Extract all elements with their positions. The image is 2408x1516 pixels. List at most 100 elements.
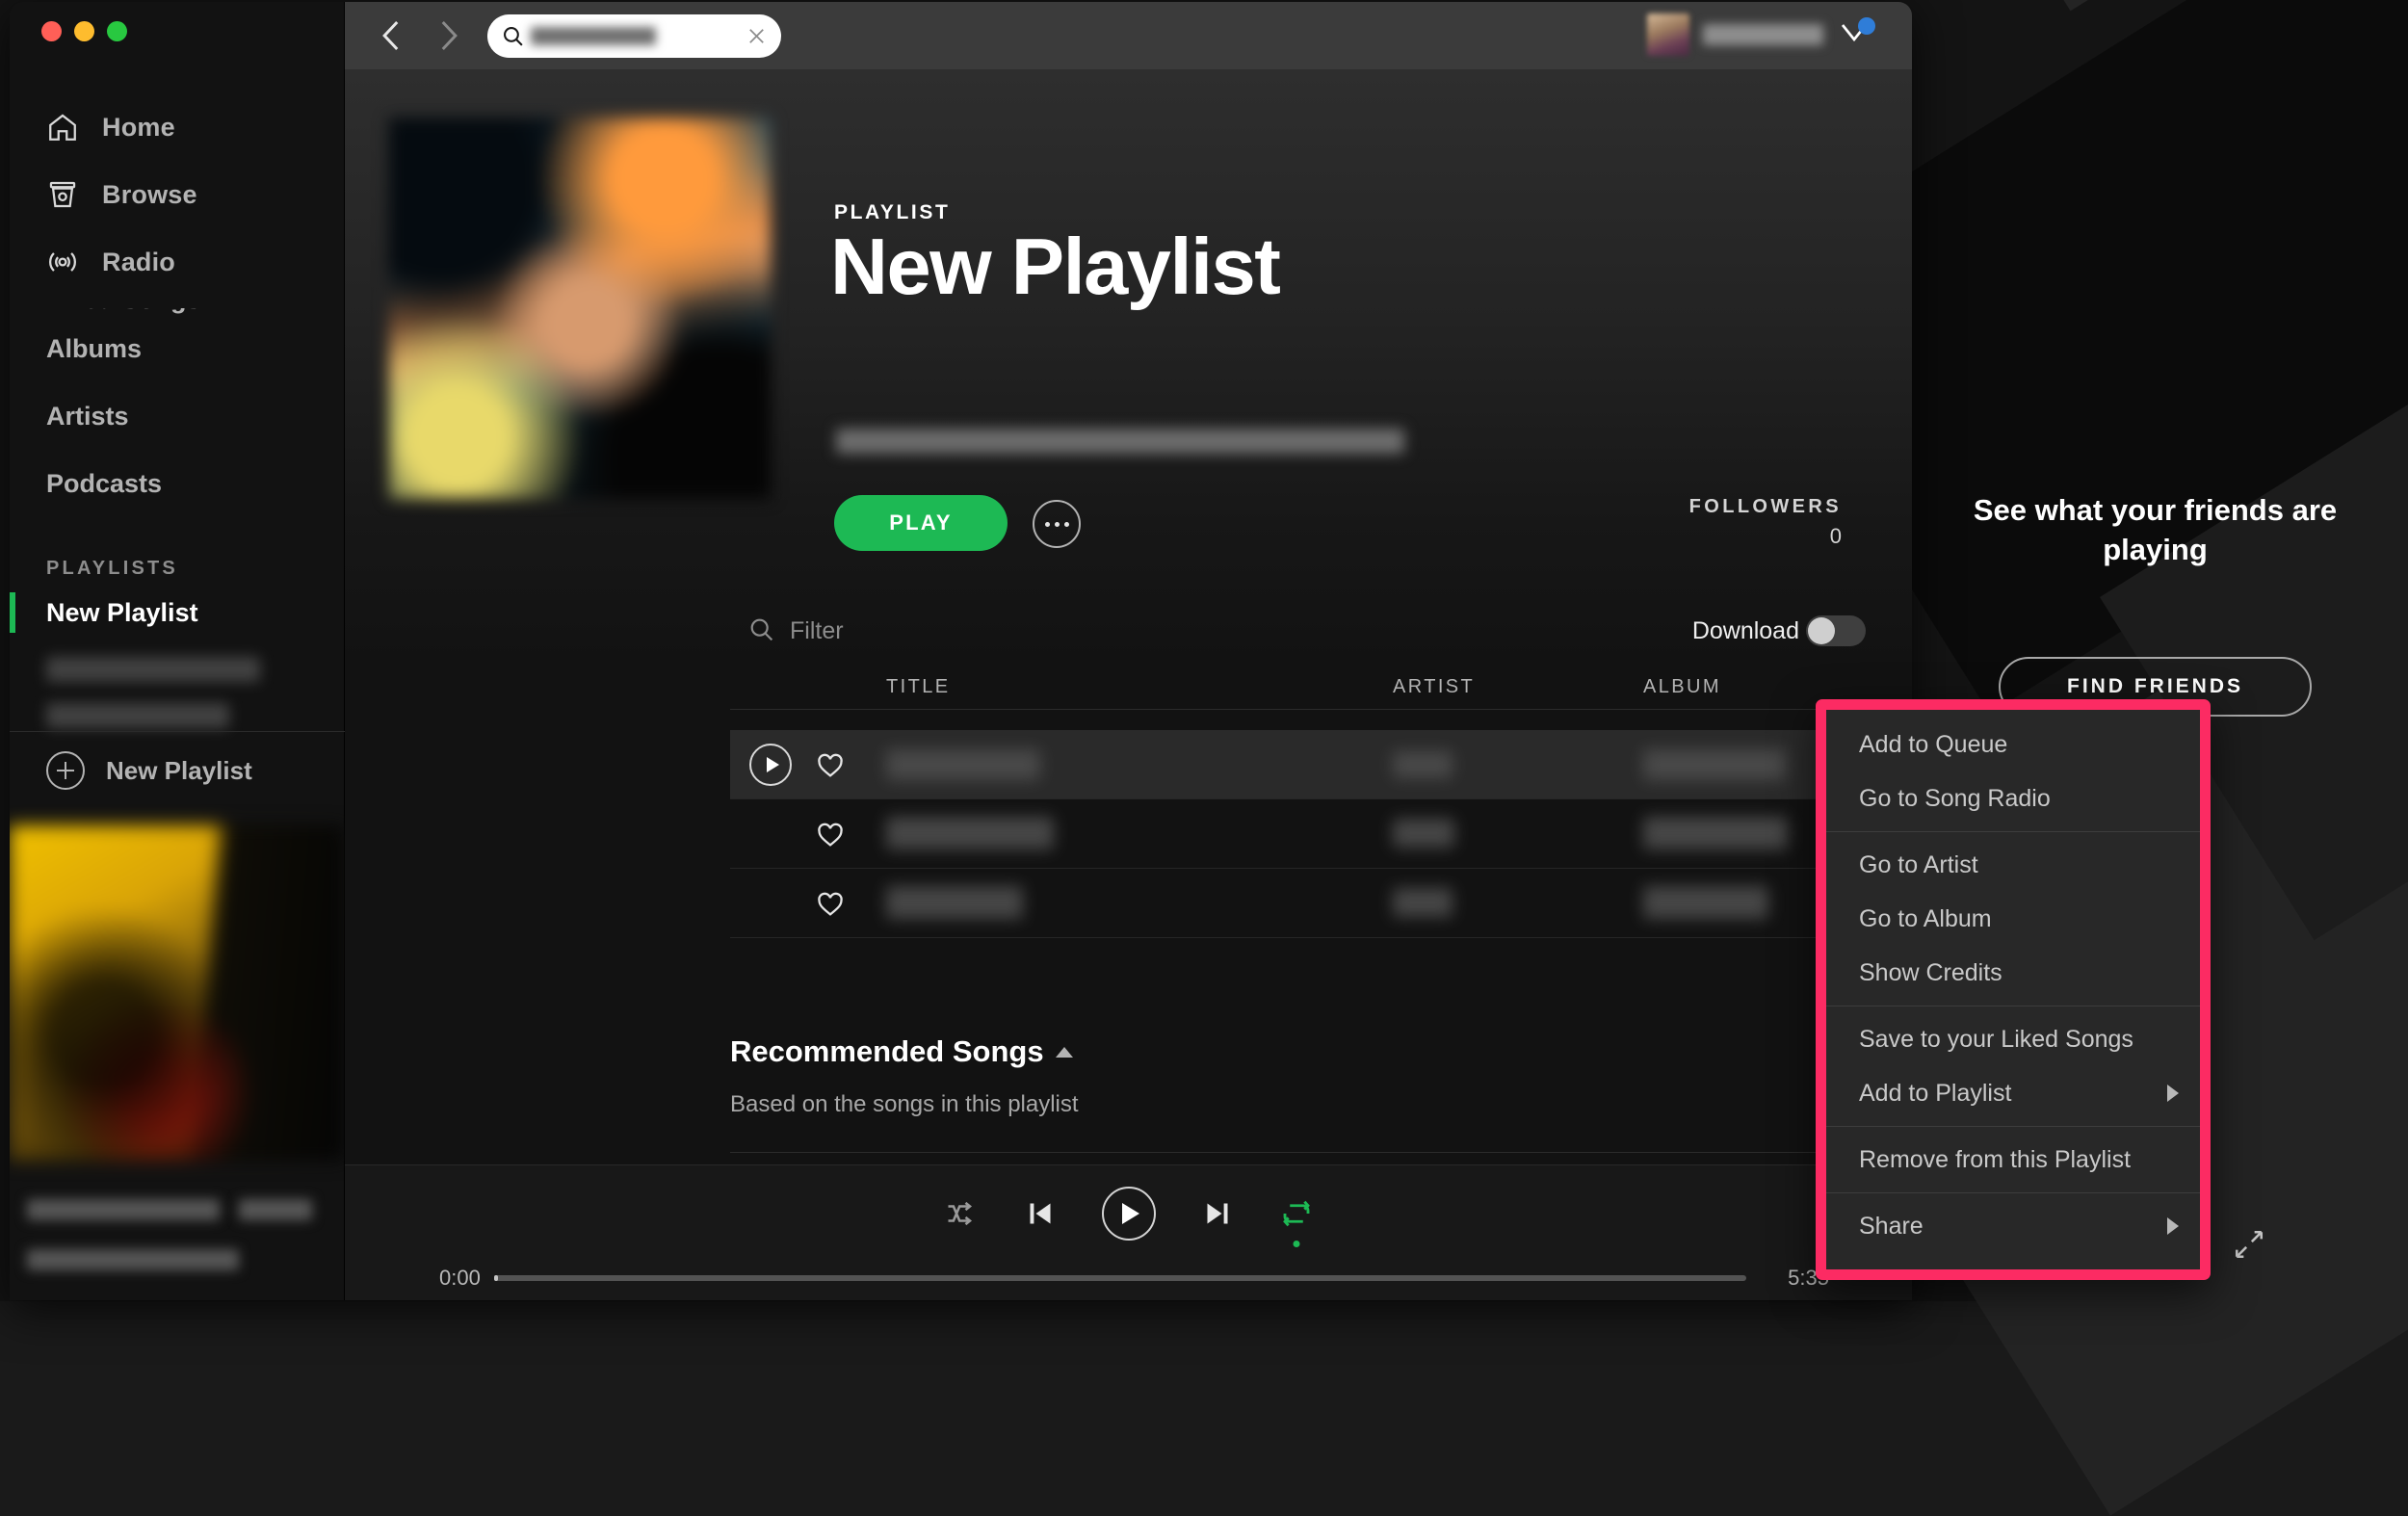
context-menu-group: Remove from this Playlist (1826, 1127, 2200, 1193)
caret-up-icon[interactable] (1056, 1047, 1073, 1058)
repeat-icon[interactable] (1279, 1196, 1314, 1231)
table-row[interactable] (730, 799, 1912, 869)
column-header-artist[interactable]: ARTIST (1393, 676, 1475, 698)
sidebar-playlist-new-playlist[interactable]: New Playlist (10, 588, 344, 638)
chevron-right-icon (2167, 1217, 2179, 1235)
menu-item-label: Go to Song Radio (1859, 785, 2051, 813)
menu-item-share[interactable]: Share (1826, 1199, 2200, 1253)
followers-block: FOLLOWERS 0 (1689, 496, 1842, 549)
sidebar-item-label: Radio (102, 248, 175, 277)
sidebar-item-albums[interactable]: Albums (10, 315, 344, 382)
seek-slider[interactable] (494, 1275, 1746, 1281)
sidebar-item-artists[interactable]: Artists (10, 382, 344, 450)
sidebar-divider (10, 731, 345, 732)
account-menu[interactable] (1647, 13, 1823, 56)
play-icon (1122, 1203, 1139, 1224)
home-icon (46, 111, 79, 144)
chevron-right-icon (428, 15, 468, 56)
sidebar-item-radio[interactable]: Radio (10, 228, 344, 296)
heart-icon[interactable] (815, 819, 846, 849)
toggle-knob (1808, 617, 1835, 644)
divider (730, 937, 1912, 938)
shuffle-icon[interactable] (944, 1196, 979, 1231)
followers-count: 0 (1689, 524, 1842, 549)
playlist-more-options-button[interactable] (1033, 500, 1081, 548)
playlist-owner (836, 429, 1404, 454)
playlist-cover-art[interactable] (389, 118, 771, 499)
playlists-section-header: PLAYLISTS (46, 558, 178, 580)
forward-button[interactable] (428, 15, 468, 56)
sidebar-playlist-item[interactable] (46, 703, 229, 728)
menu-item-save-to-liked-songs[interactable]: Save to your Liked Songs (1826, 1012, 2200, 1066)
divider (730, 709, 1912, 710)
play-pause-button[interactable] (1102, 1187, 1156, 1241)
sidebar-item-podcasts[interactable]: Podcasts (10, 450, 344, 517)
repeat-active-indicator (1293, 1241, 1299, 1247)
transport-controls (944, 1187, 1314, 1241)
ellipsis-icon (1055, 522, 1060, 527)
window-controls (41, 21, 127, 41)
filter-input[interactable]: Filter (790, 617, 844, 645)
expand-icon[interactable] (2233, 1228, 2265, 1261)
menu-item-go-to-artist[interactable]: Go to Artist (1826, 838, 2200, 892)
heart-icon[interactable] (815, 888, 846, 919)
cell-track-title (886, 886, 1023, 919)
menu-item-remove-from-this-playlist[interactable]: Remove from this Playlist (1826, 1133, 2200, 1187)
sidebar: Home Browse (10, 2, 345, 1300)
browse-icon (46, 178, 79, 211)
sidebar-item-home[interactable]: Home (10, 93, 344, 161)
now-playing-album-art[interactable] (10, 825, 345, 1161)
table-row[interactable] (730, 730, 1912, 799)
menu-item-label: Show Credits (1859, 959, 2002, 987)
close-icon[interactable] (746, 25, 768, 47)
now-playing-track-title[interactable] (27, 1199, 220, 1220)
skip-next-icon[interactable] (1200, 1196, 1235, 1231)
divider (730, 798, 1912, 799)
menu-item-add-to-playlist[interactable]: Add to Playlist (1826, 1066, 2200, 1120)
menu-item-add-to-queue[interactable]: Add to Queue (1826, 718, 2200, 771)
sidebar-item-label: Home (102, 113, 175, 143)
context-menu-group: Share (1826, 1193, 2200, 1261)
menu-item-label: Add to Playlist (1859, 1080, 2011, 1108)
recommended-songs-subtitle: Based on the songs in this playlist (730, 1091, 1079, 1118)
play-playlist-button[interactable]: PLAY (834, 495, 1008, 551)
search-input[interactable] (487, 14, 781, 58)
sidebar-item-browse[interactable]: Browse (10, 161, 344, 228)
search-icon (747, 615, 775, 643)
table-row[interactable] (730, 869, 1912, 938)
menu-item-show-credits[interactable]: Show Credits (1826, 946, 2200, 1000)
cell-track-artist (1393, 888, 1453, 917)
tracklist-header: TITLE ARTIST ALBUM (345, 676, 1912, 720)
track-context-menu: Add to Queue Go to Song Radio Go to Arti… (1816, 699, 2211, 1280)
chevron-right-icon (2167, 1085, 2179, 1102)
zoom-window-button[interactable] (107, 21, 127, 41)
cell-track-artist (1393, 819, 1454, 848)
column-header-album[interactable]: ALBUM (1643, 676, 1721, 698)
column-header-title[interactable]: TITLE (886, 676, 950, 698)
sidebar-playlist-item[interactable] (46, 657, 260, 682)
heart-icon[interactable] (815, 749, 846, 780)
menu-item-label: Save to your Liked Songs (1859, 1026, 2133, 1054)
recommended-songs-heading[interactable]: Recommended Songs (730, 1034, 1073, 1069)
elapsed-time: 0:00 (439, 1266, 481, 1291)
ellipsis-icon (1064, 522, 1069, 527)
play-icon[interactable] (749, 744, 792, 786)
followers-label: FOLLOWERS (1689, 496, 1842, 518)
now-playing-like-icon[interactable] (239, 1199, 312, 1220)
context-menu-group: Go to Artist Go to Album Show Credits (1826, 832, 2200, 1006)
download-label: Download (1692, 617, 1799, 645)
now-playing-artist-name[interactable] (27, 1249, 239, 1270)
skip-previous-icon[interactable] (1023, 1196, 1058, 1231)
minimize-window-button[interactable] (74, 21, 94, 41)
new-playlist-button[interactable]: New Playlist (46, 751, 252, 790)
menu-item-go-to-song-radio[interactable]: Go to Song Radio (1826, 771, 2200, 825)
back-button[interactable] (372, 15, 412, 56)
friend-activity-title: See what your friends are playing (1941, 491, 2369, 570)
download-toggle[interactable] (1806, 615, 1866, 646)
close-window-button[interactable] (41, 21, 62, 41)
radio-icon (46, 246, 79, 278)
menu-item-go-to-album[interactable]: Go to Album (1826, 892, 2200, 946)
search-icon (501, 24, 525, 48)
list-item[interactable]: ADD Home Baker Crepe Home Baker (730, 1153, 1912, 1164)
plus-circle-icon (46, 751, 85, 790)
